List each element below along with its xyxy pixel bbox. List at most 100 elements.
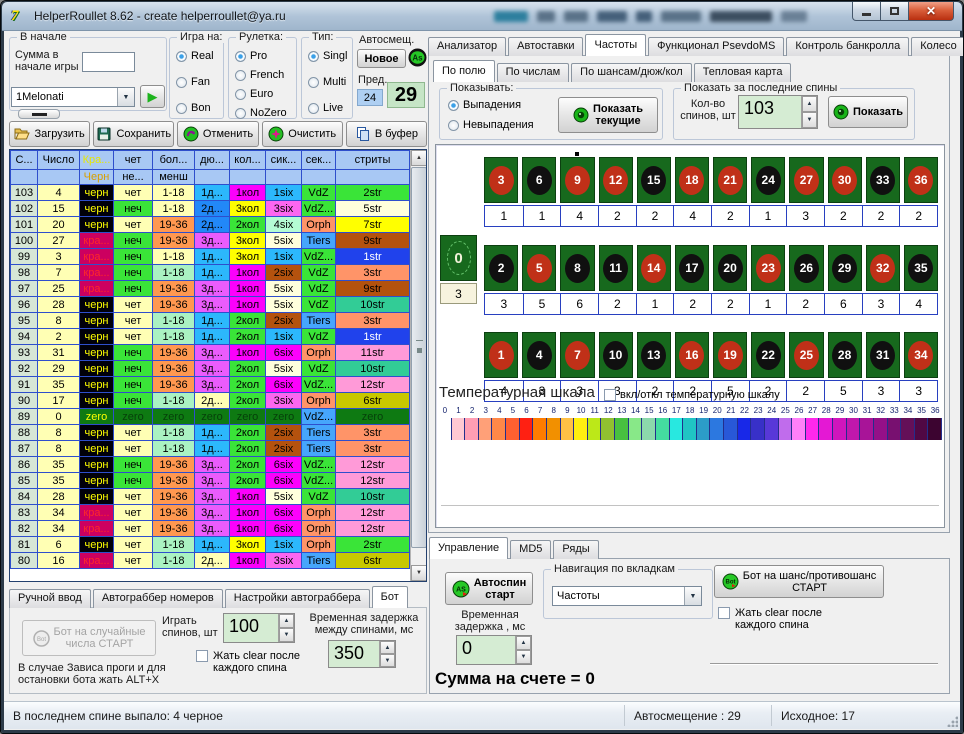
step-down-icon[interactable]: ▼: [802, 112, 817, 128]
step-up-icon[interactable]: ▲: [802, 96, 817, 112]
table-cell: 1кол: [230, 345, 266, 361]
control-delay-stepper[interactable]: 0 ▲▼: [456, 635, 532, 665]
column-header[interactable]: дю...: [195, 151, 230, 170]
column-header[interactable]: [266, 170, 302, 185]
column-header[interactable]: бол...: [153, 151, 195, 170]
radio-Тип-0[interactable]: Singl: [308, 50, 347, 62]
scroll-up-icon[interactable]: ▲: [411, 150, 427, 166]
tab-control-1[interactable]: MD5: [510, 540, 551, 559]
step-up-icon[interactable]: ▲: [516, 636, 531, 650]
run-profile-button[interactable]: ▶: [140, 85, 165, 108]
tab-frequency-0[interactable]: По полю: [433, 60, 495, 82]
radio-show-1[interactable]: Невыпадения: [448, 119, 534, 131]
close-button[interactable]: ✕: [908, 2, 954, 21]
clear-after-spin-checkbox[interactable]: [718, 607, 730, 619]
temperature-toggle-checkbox[interactable]: [604, 389, 616, 401]
column-header[interactable]: [336, 170, 410, 185]
toolbar-button-0[interactable]: Загрузить: [9, 121, 90, 147]
toolbar-button-4[interactable]: В буфер: [346, 121, 427, 147]
bot-chance-start-button[interactable]: Bot Бот на шанс/противошанс СТАРТ: [714, 565, 884, 598]
tab-input-0[interactable]: Ручной ввод: [9, 589, 91, 608]
tab-main-1[interactable]: Автоставки: [508, 37, 583, 56]
tab-main-4[interactable]: Контроль банкролла: [786, 37, 909, 56]
last-spins-value[interactable]: 103: [739, 96, 801, 128]
spin-delay-stepper[interactable]: 350 ▲▼: [328, 640, 396, 668]
chevron-down-icon[interactable]: ▼: [684, 587, 701, 605]
maximize-button[interactable]: [881, 2, 908, 21]
tab-input-2[interactable]: Настройки автограббера: [225, 589, 370, 608]
column-header[interactable]: [195, 170, 230, 185]
radio-Играна-0[interactable]: Real: [176, 50, 214, 62]
column-header[interactable]: менш: [153, 170, 195, 185]
collapse-button[interactable]: [18, 109, 60, 119]
show-current-button[interactable]: Показать текущие: [558, 97, 658, 133]
tab-frequency-3[interactable]: Тепловая карта: [694, 63, 792, 82]
scroll-down-icon[interactable]: ▼: [411, 565, 427, 581]
column-header[interactable]: сик...: [266, 151, 302, 170]
radio-Рулетка-3[interactable]: NoZero: [235, 107, 287, 119]
radio-Играна-2[interactable]: Bon: [176, 102, 211, 114]
radio-Рулетка-0[interactable]: Pro: [235, 50, 267, 62]
radio-Рулетка-2[interactable]: Euro: [235, 88, 273, 100]
step-up-icon[interactable]: ▲: [279, 614, 294, 628]
profile-combobox[interactable]: 1Melonati ▼: [11, 87, 135, 107]
autoshift-icon[interactable]: As: [408, 48, 427, 67]
radio-show-0[interactable]: Выпадения: [448, 99, 521, 111]
table-scrollbar[interactable]: ▲ ▼: [410, 150, 426, 581]
tab-main-5[interactable]: Колесо: [911, 37, 964, 56]
step-down-icon[interactable]: ▼: [279, 628, 294, 642]
table-row: 958чернчет1-181д...2кол2sixTiers3str: [11, 313, 410, 329]
radio-Играна-1[interactable]: Fan: [176, 76, 210, 88]
tab-frequency-2[interactable]: По шансам/дюж/кол: [571, 63, 692, 82]
column-header[interactable]: [38, 170, 80, 185]
tab-main-3[interactable]: Функционал PsevdoMS: [648, 37, 784, 56]
toolbar-button-3[interactable]: Очистить: [262, 121, 343, 147]
tab-control-2[interactable]: Ряды: [553, 540, 598, 559]
radio-Рулетка-1[interactable]: French: [235, 69, 284, 81]
column-header[interactable]: кол...: [230, 151, 266, 170]
spins-count-value[interactable]: 100: [224, 614, 278, 642]
tab-frequency-1[interactable]: По числам: [497, 63, 570, 82]
column-header[interactable]: [230, 170, 266, 185]
show-button[interactable]: Показать: [828, 96, 908, 128]
column-header[interactable]: не...: [114, 170, 153, 185]
clear-after-spin-checkbox[interactable]: [196, 650, 208, 662]
toolbar-button-1[interactable]: Сохранить: [93, 121, 174, 147]
column-header[interactable]: [302, 170, 336, 185]
column-header[interactable]: Черн: [80, 170, 114, 185]
spins-count-stepper[interactable]: 100 ▲▼: [223, 613, 295, 643]
tab-main-0[interactable]: Анализатор: [428, 37, 506, 56]
chevron-down-icon[interactable]: ▼: [117, 88, 134, 106]
autospin-start-button[interactable]: AS Автоспин старт: [445, 572, 533, 605]
bot-random-start-button[interactable]: Bot Бот на случайные числа СТАРТ: [22, 620, 156, 656]
column-header[interactable]: сек...: [302, 151, 336, 170]
column-header[interactable]: С...: [11, 151, 38, 170]
step-down-icon[interactable]: ▼: [516, 650, 531, 664]
spin-delay-value[interactable]: 350: [329, 641, 379, 667]
resize-grip[interactable]: [946, 715, 958, 727]
tab-input-3[interactable]: Бот: [372, 586, 408, 608]
tab-main-2[interactable]: Частоты: [585, 34, 646, 56]
step-up-icon[interactable]: ▲: [380, 641, 395, 654]
radio-Тип-2[interactable]: Live: [308, 102, 343, 114]
column-header[interactable]: Кра...: [80, 151, 114, 170]
tab-input-1[interactable]: Автограббер номеров: [93, 589, 223, 608]
field-number-cell-13: 13: [637, 332, 671, 378]
toolbar-button-2[interactable]: Отменить: [177, 121, 258, 147]
column-header[interactable]: чет: [114, 151, 153, 170]
column-header[interactable]: стриты: [336, 151, 410, 170]
column-header[interactable]: Число: [38, 151, 80, 170]
scrollbar-thumb[interactable]: [411, 167, 427, 548]
step-down-icon[interactable]: ▼: [380, 654, 395, 667]
new-button[interactable]: Новое: [357, 49, 406, 68]
tab-navigation-combobox[interactable]: Частоты ▼: [552, 586, 702, 606]
title-bar[interactable]: 7 HelperRoullet 8.62 - create helperroul…: [2, 2, 962, 31]
tab-control-0[interactable]: Управление: [429, 537, 508, 559]
table-cell: 6six: [266, 377, 302, 393]
start-sum-input[interactable]: [82, 52, 135, 72]
radio-Тип-1[interactable]: Multi: [308, 76, 346, 88]
column-header[interactable]: [11, 170, 38, 185]
last-spins-stepper[interactable]: 103 ▲▼: [738, 95, 818, 129]
minimize-button[interactable]: [852, 2, 881, 21]
control-delay-value[interactable]: 0: [457, 636, 515, 664]
